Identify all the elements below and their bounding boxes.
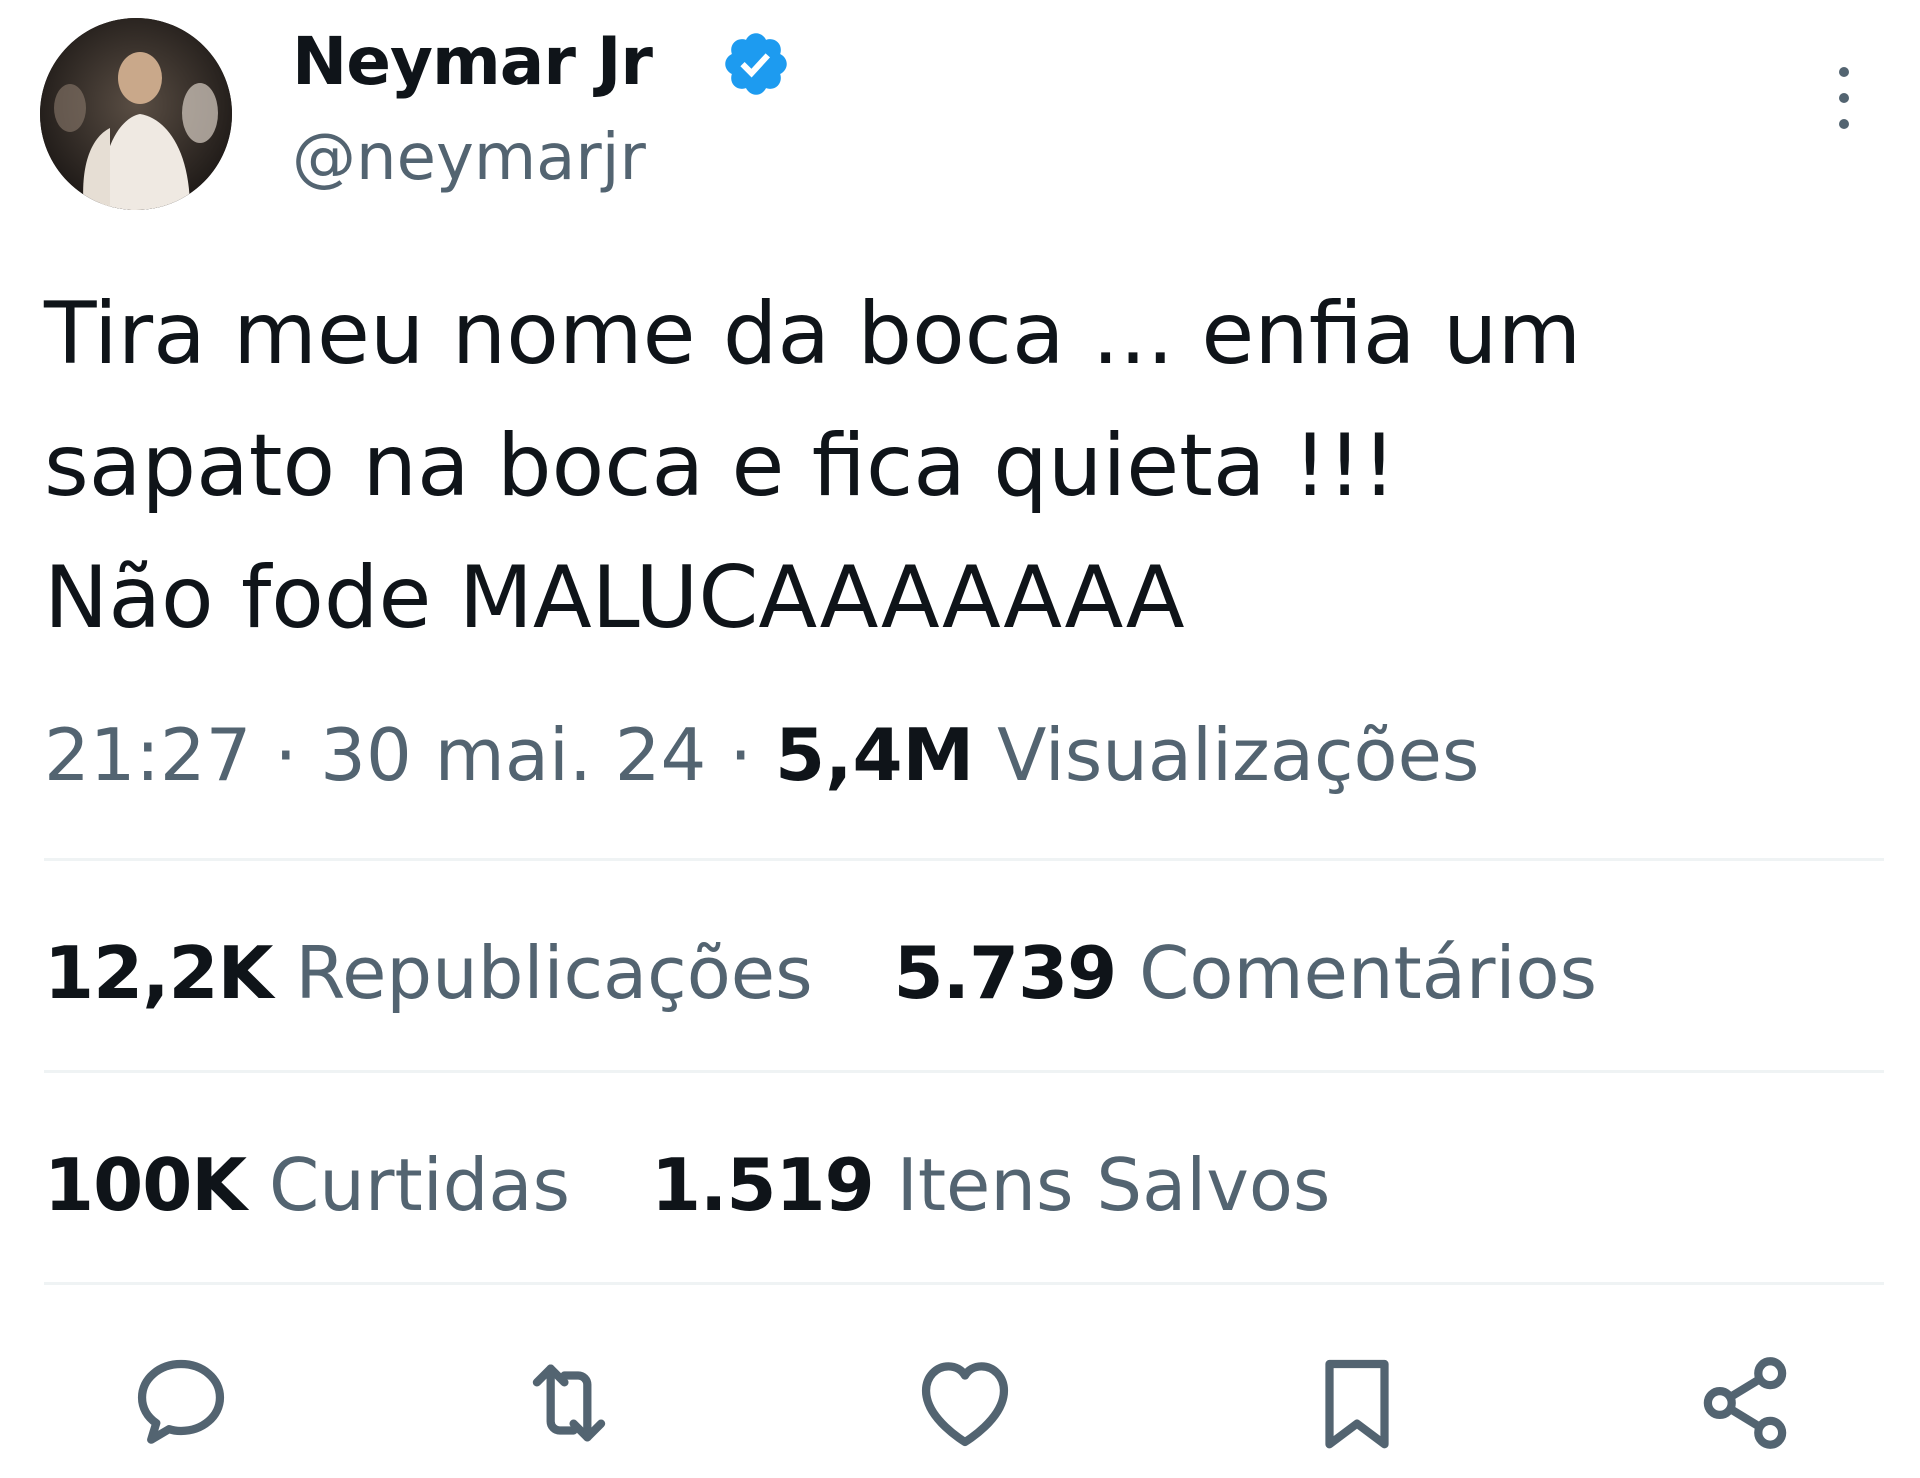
bookmark-icon: [1325, 1359, 1389, 1449]
divider: [44, 858, 1884, 861]
comments-count: 5.739: [893, 931, 1118, 1015]
tweet-text: Tira meu nome da boca ... enfia um sapat…: [44, 268, 1884, 664]
like-button[interactable]: [910, 1348, 1020, 1458]
share-icon: [1703, 1357, 1787, 1449]
share-button[interactable]: [1690, 1348, 1800, 1458]
repost-button[interactable]: [514, 1348, 624, 1458]
reply-icon: [137, 1359, 225, 1444]
handle[interactable]: @neymarjr: [292, 118, 646, 198]
repost-icon: [532, 1364, 606, 1442]
reposts-count: 12,2K: [44, 931, 273, 1015]
tweet-text-line: Não fode MALUCAAAAAAA: [44, 548, 1185, 648]
avatar[interactable]: [40, 18, 232, 210]
tweet-date[interactable]: 30 mai. 24: [320, 713, 706, 797]
divider: [44, 1282, 1884, 1285]
saves-label: Itens Salvos: [896, 1143, 1331, 1227]
verified-badge-icon: [725, 33, 787, 95]
bookmark-button[interactable]: [1302, 1348, 1412, 1458]
tweet-meta: 21:27 · 30 mai. 24 · 5,4M Visualizações: [44, 710, 1479, 800]
more-options-icon[interactable]: [1820, 62, 1868, 134]
tweet-card: Neymar Jr @neymarjr Tira meu nome da boc…: [0, 0, 1920, 1478]
stats-row: 12,2K Republicações 5.739 Comentários: [44, 928, 1655, 1018]
saves-count: 1.519: [650, 1143, 875, 1227]
like-icon: [921, 1362, 1009, 1447]
likes-label: Curtidas: [268, 1143, 571, 1227]
profile-photo-icon: [40, 18, 232, 210]
saves-stat[interactable]: 1.519 Itens Salvos: [651, 1140, 1330, 1230]
views-label: Visualizações: [997, 713, 1480, 797]
comments-label: Comentários: [1139, 931, 1598, 1015]
display-name[interactable]: Neymar Jr: [292, 22, 653, 102]
tweet-text-line: sapato na boca e fica quieta !!!: [44, 416, 1397, 516]
divider: [44, 1070, 1884, 1073]
reposts-stat[interactable]: 12,2K Republicações: [44, 928, 813, 1018]
reposts-label: Republicações: [295, 931, 813, 1015]
meta-separator: ·: [274, 713, 298, 797]
likes-count: 100K: [44, 1143, 247, 1227]
likes-stat[interactable]: 100K Curtidas: [44, 1140, 570, 1230]
meta-separator: ·: [729, 713, 753, 797]
tweet-time[interactable]: 21:27: [44, 713, 252, 797]
views-count: 5,4M: [775, 713, 975, 797]
reply-button[interactable]: [126, 1348, 236, 1458]
tweet-text-line: Tira meu nome da boca ... enfia um: [44, 284, 1582, 384]
comments-stat[interactable]: 5.739 Comentários: [894, 928, 1598, 1018]
stats-row: 100K Curtidas 1.519 Itens Salvos: [44, 1140, 1388, 1230]
